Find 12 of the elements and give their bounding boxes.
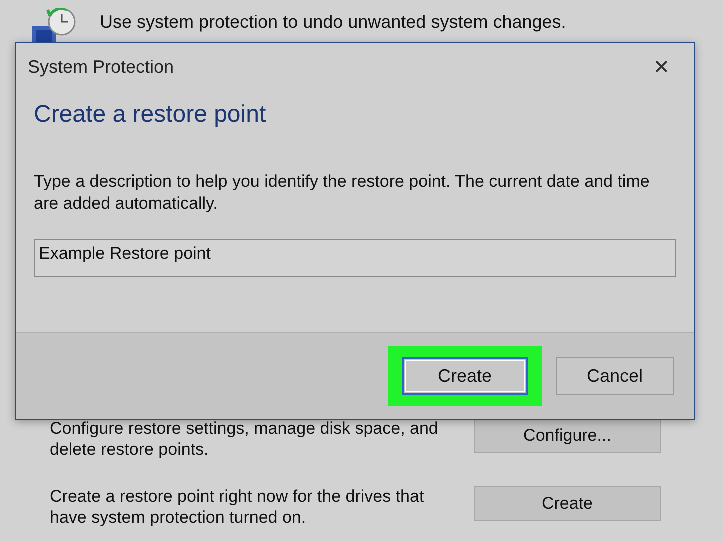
- dialog-button[interactable]: Cancel: [556, 357, 674, 395]
- option-description: Create a restore point right now for the drives that have system protection turned on.: [50, 486, 426, 528]
- description-field[interactable]: Example Restore point: [34, 239, 676, 277]
- close-button[interactable]: ✕: [649, 55, 674, 79]
- intro-text: Use system protection to undo unwanted system changes.: [100, 12, 566, 33]
- dialog-button[interactable]: Create: [402, 357, 528, 395]
- action-button[interactable]: Create: [474, 486, 661, 521]
- action-button[interactable]: Configure...: [474, 418, 661, 453]
- option-description: Configure restore settings, manage disk space, and delete restore points.: [50, 418, 440, 460]
- dialog-heading: Create a restore point: [34, 101, 268, 129]
- dialog-title: System Protection: [28, 56, 174, 78]
- description-text: Type a description to help you identify the restore point. The current date and time are added automatically.: [34, 171, 651, 215]
